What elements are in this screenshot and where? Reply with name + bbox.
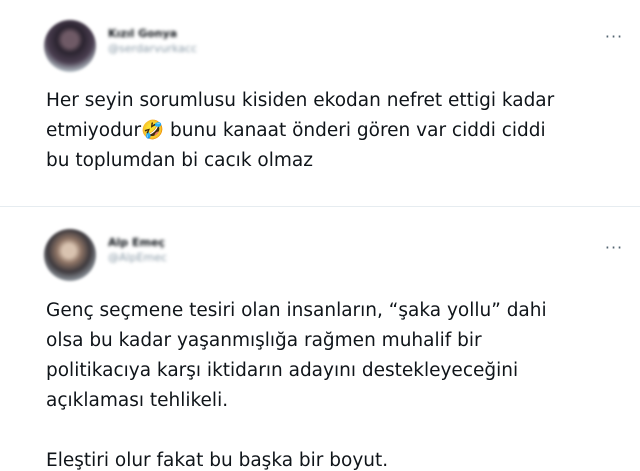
avatar[interactable] [44, 229, 96, 281]
user-handle[interactable]: @serdarvurkacc [108, 41, 197, 57]
avatar[interactable] [44, 20, 96, 72]
user-handle[interactable]: @AlpEmec [108, 250, 167, 266]
display-name[interactable]: Kızıl Gonya [108, 26, 197, 41]
tweet-text: Genç seçmene tesiri olan insanların, “şa… [46, 300, 547, 471]
display-name[interactable]: Alp Emeç [108, 235, 167, 250]
tweet-card[interactable]: Kızıl Gonya @serdarvurkacc ··· Her seyin… [0, 0, 640, 206]
user-info: Kızıl Gonya @serdarvurkacc [108, 26, 197, 57]
tweet-card[interactable]: Alp Emeç @AlpEmec ··· Genç seçmene tesir… [0, 207, 640, 471]
more-horizontal-icon[interactable]: ··· [604, 29, 624, 45]
tweet-feed: Kızıl Gonya @serdarvurkacc ··· Her seyin… [0, 0, 640, 471]
user-info: Alp Emeç @AlpEmec [108, 235, 167, 266]
tweet-text: Her seyin sorumlusu kisiden ekodan nefre… [46, 90, 555, 171]
more-horizontal-icon[interactable]: ··· [604, 240, 624, 256]
